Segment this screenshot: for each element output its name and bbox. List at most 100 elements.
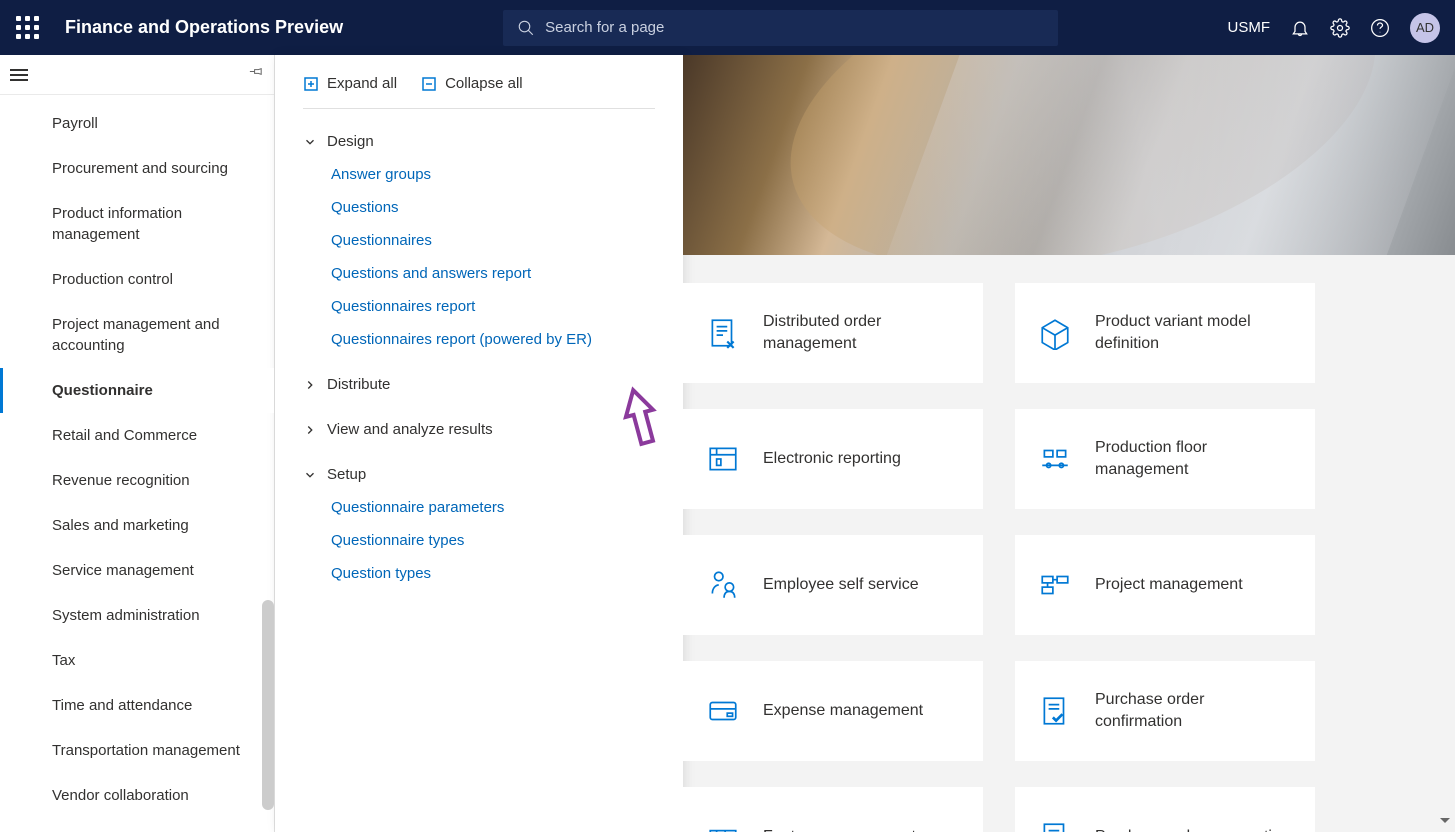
top-right-controls: USMF AD [1228,13,1455,43]
tile-label: Expense management [763,700,923,722]
workspace-tile[interactable]: Production floor management [1015,409,1315,509]
notifications-button[interactable] [1290,18,1310,38]
nav-toggle-button[interactable] [10,66,28,84]
tile-icon [705,441,741,477]
pin-button[interactable] [248,64,264,85]
main-content: Distributed order management Product vari… [683,55,1455,832]
tile-label: Project management [1095,574,1243,596]
sidebar-item[interactable]: Production control [0,257,274,302]
tile-icon [705,693,741,729]
sidebar-item[interactable]: Project management and accounting [0,302,274,368]
flyout-section: DesignAnswer groupsQuestionsQuestionnair… [275,119,683,362]
section-header[interactable]: View and analyze results [303,413,655,446]
settings-button[interactable] [1330,18,1350,38]
sidebar: PayrollProcurement and sourcingProduct i… [0,55,275,832]
section-link[interactable]: Answer groups [331,158,655,191]
sidebar-item[interactable]: Warehouse management [0,818,274,832]
sidebar-item[interactable]: Vendor collaboration [0,773,274,818]
chevron-down-icon [303,135,317,149]
section-link[interactable]: Question types [331,557,655,590]
sidebar-item[interactable]: Product information management [0,191,274,257]
help-icon [1370,18,1390,38]
tile-row: Electronic reporting Production floor man… [683,409,1435,509]
workspace-tile[interactable]: Expense management [683,661,983,761]
section-link[interactable]: Questions and answers report [331,257,655,290]
search-container: Search for a page [503,10,1058,46]
tile-icon [1037,441,1073,477]
chevron-down-icon [303,468,317,482]
tile-icon [1037,315,1073,351]
workspace-tile[interactable]: Feature management [683,787,983,832]
app-launcher-button[interactable] [0,16,55,39]
sidebar-item[interactable]: Tax [0,638,274,683]
sidebar-item[interactable]: System administration [0,593,274,638]
scroll-down-button[interactable] [1438,813,1452,827]
collapse-all-label: Collapse all [445,75,523,92]
chevron-right-icon [303,378,317,392]
tile-icon [1037,819,1073,832]
flyout-section: View and analyze results [275,407,683,452]
sidebar-item[interactable]: Retail and Commerce [0,413,274,458]
chevron-right-icon [303,423,317,437]
help-button[interactable] [1370,18,1390,38]
pin-icon [248,64,264,80]
hero-banner [683,55,1455,255]
scrollbar-thumb[interactable] [262,600,274,810]
sidebar-item[interactable]: Payroll [0,101,274,146]
expand-all-button[interactable]: Expand all [303,75,397,92]
nav-list[interactable]: PayrollProcurement and sourcingProduct i… [0,95,274,832]
workspace-tile[interactable]: Purchase order preparation [1015,787,1315,832]
search-icon [517,19,535,37]
tile-label: Production floor management [1095,437,1293,480]
sidebar-item[interactable]: Transportation management [0,728,274,773]
tile-row: Distributed order management Product vari… [683,283,1435,383]
sidebar-item[interactable]: Sales and marketing [0,503,274,548]
section-link[interactable]: Questionnaire parameters [331,491,655,524]
module-flyout: Expand all Collapse all DesignAnswer gro… [275,55,683,832]
avatar[interactable]: AD [1410,13,1440,43]
sidebar-item[interactable]: Service management [0,548,274,593]
section-link[interactable]: Questions [331,191,655,224]
sidebar-item[interactable]: Procurement and sourcing [0,146,274,191]
workspace-tile[interactable]: Distributed order management [683,283,983,383]
tile-icon [1037,693,1073,729]
tile-label: Purchase order preparation [1095,826,1290,832]
section-header[interactable]: Setup [303,458,655,491]
flyout-actions: Expand all Collapse all [303,75,655,109]
search-input[interactable]: Search for a page [503,10,1058,46]
section-link[interactable]: Questionnaires report [331,290,655,323]
tile-label: Product variant model definition [1095,311,1293,354]
tile-row: Expense management Purchase order confirm… [683,661,1435,761]
top-bar: Finance and Operations Preview Search fo… [0,0,1455,55]
workspace-tile[interactable]: Project management [1015,535,1315,635]
section-title: View and analyze results [327,421,493,438]
sidebar-top [0,55,274,95]
section-header[interactable]: Distribute [303,368,655,401]
tile-row: Employee self service Project management [683,535,1435,635]
tile-row: Feature management Purchase order prepara… [683,787,1435,832]
gear-icon [1330,18,1350,38]
section-links: Questionnaire parametersQuestionnaire ty… [303,491,655,590]
company-picker[interactable]: USMF [1228,19,1271,36]
tile-label: Employee self service [763,574,919,596]
workspace-tile[interactable]: Employee self service [683,535,983,635]
section-link[interactable]: Questionnaires [331,224,655,257]
section-link[interactable]: Questionnaires report (powered by ER) [331,323,655,356]
sidebar-item[interactable]: Time and attendance [0,683,274,728]
workspace-tile[interactable]: Purchase order confirmation [1015,661,1315,761]
tile-label: Electronic reporting [763,448,901,470]
section-link[interactable]: Questionnaire types [331,524,655,557]
tile-icon [705,567,741,603]
sidebar-item[interactable]: Revenue recognition [0,458,274,503]
collapse-all-button[interactable]: Collapse all [421,75,523,92]
tile-label: Feature management [763,826,916,832]
bell-icon [1290,18,1310,38]
section-title: Setup [327,466,366,483]
sidebar-item[interactable]: Questionnaire [0,368,274,413]
workspace-tile[interactable]: Product variant model definition [1015,283,1315,383]
body: PayrollProcurement and sourcingProduct i… [0,55,1455,832]
section-header[interactable]: Design [303,125,655,158]
expand-all-label: Expand all [327,75,397,92]
workspace-tile[interactable]: Electronic reporting [683,409,983,509]
flyout-section: Distribute [275,362,683,407]
